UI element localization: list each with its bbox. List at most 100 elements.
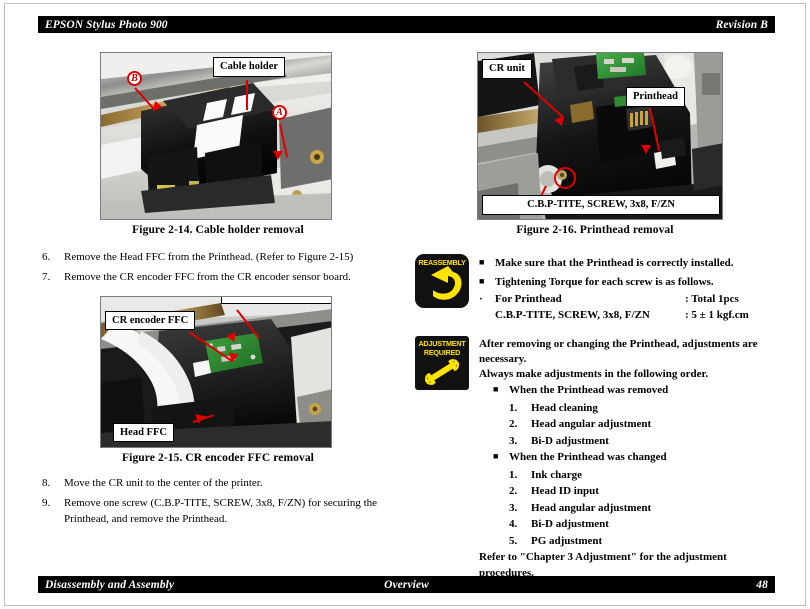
reassembly-torque-row-2: C.B.P-TITE, SCREW, 3x8, F/ZN : 5 ± 1 kgf… <box>479 308 775 324</box>
item-text: Head cleaning <box>531 401 598 414</box>
step-6-text: Remove the Head FFC from the Printhead. … <box>64 251 354 263</box>
adjustment-intro-line-1: After removing or changing the Printhead… <box>479 337 758 350</box>
torque-value-2: : 5 ± 1 kgf.cm <box>685 308 749 321</box>
item-text: PG adjustment <box>531 534 603 547</box>
adjustment-changed-item-1: 1. Ink charge <box>479 467 775 484</box>
torque-name-1: For Printhead <box>495 293 562 305</box>
adjustment-group-changed-heading: ■ When the Printhead was changed <box>479 449 775 466</box>
callout-screw-spec: C.B.P-TITE, SCREW, 3x8, F/ZN <box>482 195 720 215</box>
manual-page: EPSON Stylus Photo 900 Revision B Cable … <box>0 0 810 609</box>
torque-value-1: : Total 1pcs <box>685 293 739 305</box>
adjustment-icon-label-line1: ADJUSTMENT <box>418 338 466 348</box>
figure-2-15-photo: CR encoder FFC CR encoder sensor board H… <box>100 295 332 448</box>
page-footer: Disassembly and Assembly Overview 48 <box>38 576 775 593</box>
step-9-number: 9. <box>42 496 51 509</box>
callout-cr-encoder-sensor-board: CR encoder sensor board <box>221 296 331 305</box>
callout-cr-encoder-ffc: CR encoder FFC <box>105 310 196 331</box>
screw-highlight-ring <box>554 167 576 189</box>
item-number: 5. <box>509 534 518 547</box>
item-text: Head ID input <box>531 485 599 498</box>
reassembly-bullet-2: ■ Tightening Torque for each screw is as… <box>479 274 775 291</box>
adjustment-changed-item-2: 2. Head ID input <box>479 483 775 500</box>
adjustment-body: After removing or changing the Printhead… <box>479 336 775 581</box>
item-text: Head angular adjustment <box>531 418 652 431</box>
item-text: Ink charge <box>531 468 583 481</box>
item-number: 3. <box>509 501 518 514</box>
page-header: EPSON Stylus Photo 900 Revision B <box>38 16 775 33</box>
procedure-steps-upper: 6. Remove the Head FFC from the Printhea… <box>38 250 398 286</box>
figure-2-15-caption: Figure 2-15. CR encoder FFC removal <box>122 451 314 464</box>
step-6-number: 6. <box>42 251 51 263</box>
adjustment-icon-label-line2: REQUIRED <box>423 347 461 357</box>
footer-section-center: Overview <box>384 578 429 591</box>
item-number: 1. <box>509 401 518 414</box>
callout-cr-unit: CR unit <box>482 59 532 79</box>
adjustment-group-changed-heading-text: When the Printhead was changed <box>509 451 667 464</box>
figure-2-14-photo: Cable holder B A <box>100 52 332 220</box>
callout-cable-holder: Cable holder <box>213 57 286 77</box>
step-7: 7. Remove the CR encoder FFC from the CR… <box>38 270 398 286</box>
step-8-text: Move the CR unit to the center of the pr… <box>64 476 263 489</box>
step-8-number: 8. <box>42 476 51 489</box>
footer-page-number: 48 <box>756 578 768 591</box>
reassembly-icon-label: REASSEMBLY <box>418 258 466 267</box>
step-7-text: Remove the CR encoder FFC from the CR en… <box>64 270 351 283</box>
right-column: CR unit Printhead C.B.P-TITE, SCREW, 3x8… <box>415 52 775 591</box>
dot-bullet-icon: · <box>479 293 483 305</box>
item-number: 4. <box>509 518 518 531</box>
figure-2-16-photo: CR unit Printhead C.B.P-TITE, SCREW, 3x8… <box>477 52 723 220</box>
adjustment-group-removed-heading: ■ When the Printhead was removed <box>479 382 775 399</box>
callout-head-ffc: Head FFC <box>113 422 174 443</box>
item-number: 1. <box>509 468 518 481</box>
reassembly-torque-row-1: · For Printhead : Total 1pcs <box>479 292 775 308</box>
procedure-steps-lower: 8. Move the CR unit to the center of the… <box>38 476 398 528</box>
adjustment-removed-item-1: 1. Head cleaning <box>479 400 775 417</box>
callout-printhead: Printhead <box>626 87 685 107</box>
header-revision-right: Revision B <box>715 18 768 31</box>
reassembly-bullet-1-text: Make sure that the Printhead is correctl… <box>495 257 734 269</box>
left-column: Cable holder B A Figure 2-14. Cable hold… <box>38 52 398 532</box>
adjustment-removed-item-2: 2. Head angular adjustment <box>479 416 775 433</box>
figure-2-16-caption: Figure 2-16. Printhead removal <box>516 224 674 236</box>
badge-a: A <box>272 105 287 120</box>
adjustment-group-removed-heading-text: When the Printhead was removed <box>509 384 669 397</box>
step-6: 6. Remove the Head FFC from the Printhea… <box>38 250 398 266</box>
square-bullet-icon: ■ <box>479 275 485 286</box>
arrowhead-badge-a <box>273 151 283 160</box>
adjustment-changed-item-5: 5. PG adjustment <box>479 533 775 550</box>
item-number: 2. <box>509 485 518 498</box>
adjustment-group-changed-list: 1. Ink charge 2. Head ID input 3. Head a… <box>479 467 775 550</box>
item-number: 2. <box>509 418 518 431</box>
adjustment-changed-item-4: 4. Bi-D adjustment <box>479 516 775 533</box>
figure-2-14: Cable holder B A Figure 2-14. Cable hold… <box>38 52 398 236</box>
square-bullet-icon: ■ <box>493 384 499 395</box>
figure-2-16: CR unit Printhead C.B.P-TITE, SCREW, 3x8… <box>415 52 775 236</box>
header-title-left: EPSON Stylus Photo 900 <box>45 18 168 31</box>
adjustment-group-removed-list: 1. Head cleaning 2. Head angular adjustm… <box>479 400 775 450</box>
reassembly-icon: REASSEMBLY <box>415 254 469 308</box>
reassembly-bullet-1: ■ Make sure that the Printhead is correc… <box>479 255 775 272</box>
reassembly-notice: REASSEMBLY ■ Make sure that the Printhea… <box>415 254 775 326</box>
adjustment-required-icon: ADJUSTMENT REQUIRED <box>415 335 469 390</box>
badge-b: B <box>127 71 142 86</box>
adjustment-changed-item-3: 3. Head angular adjustment <box>479 500 775 517</box>
leader-cable-holder <box>246 80 248 110</box>
arrowhead-printhead <box>641 145 651 154</box>
figure-2-14-caption: Figure 2-14. Cable holder removal <box>132 224 304 236</box>
item-number: 3. <box>509 434 518 447</box>
square-bullet-icon: ■ <box>493 451 499 462</box>
square-bullet-icon: ■ <box>479 257 485 267</box>
adjustment-notice: ADJUSTMENT REQUIRED After removing or ch… <box>415 335 775 581</box>
adjustment-intro-line-3: Always make adjustments in the following… <box>479 368 709 381</box>
item-text: Bi-D adjustment <box>531 434 609 447</box>
reassembly-bullet-2-text: Tightening Torque for each screw is as f… <box>495 275 714 288</box>
reassembly-body: ■ Make sure that the Printhead is correc… <box>479 254 775 326</box>
item-text: Bi-D adjustment <box>531 518 609 531</box>
step-7-number: 7. <box>42 270 51 283</box>
step-9: 9. Remove one screw (C.B.P-TITE, SCREW, … <box>38 496 398 528</box>
step-8: 8. Move the CR unit to the center of the… <box>38 476 398 492</box>
figure-2-15: CR encoder FFC CR encoder sensor board H… <box>38 295 398 464</box>
adjustment-removed-item-3: 3. Bi-D adjustment <box>479 433 775 450</box>
item-text: Head angular adjustment <box>531 501 652 514</box>
